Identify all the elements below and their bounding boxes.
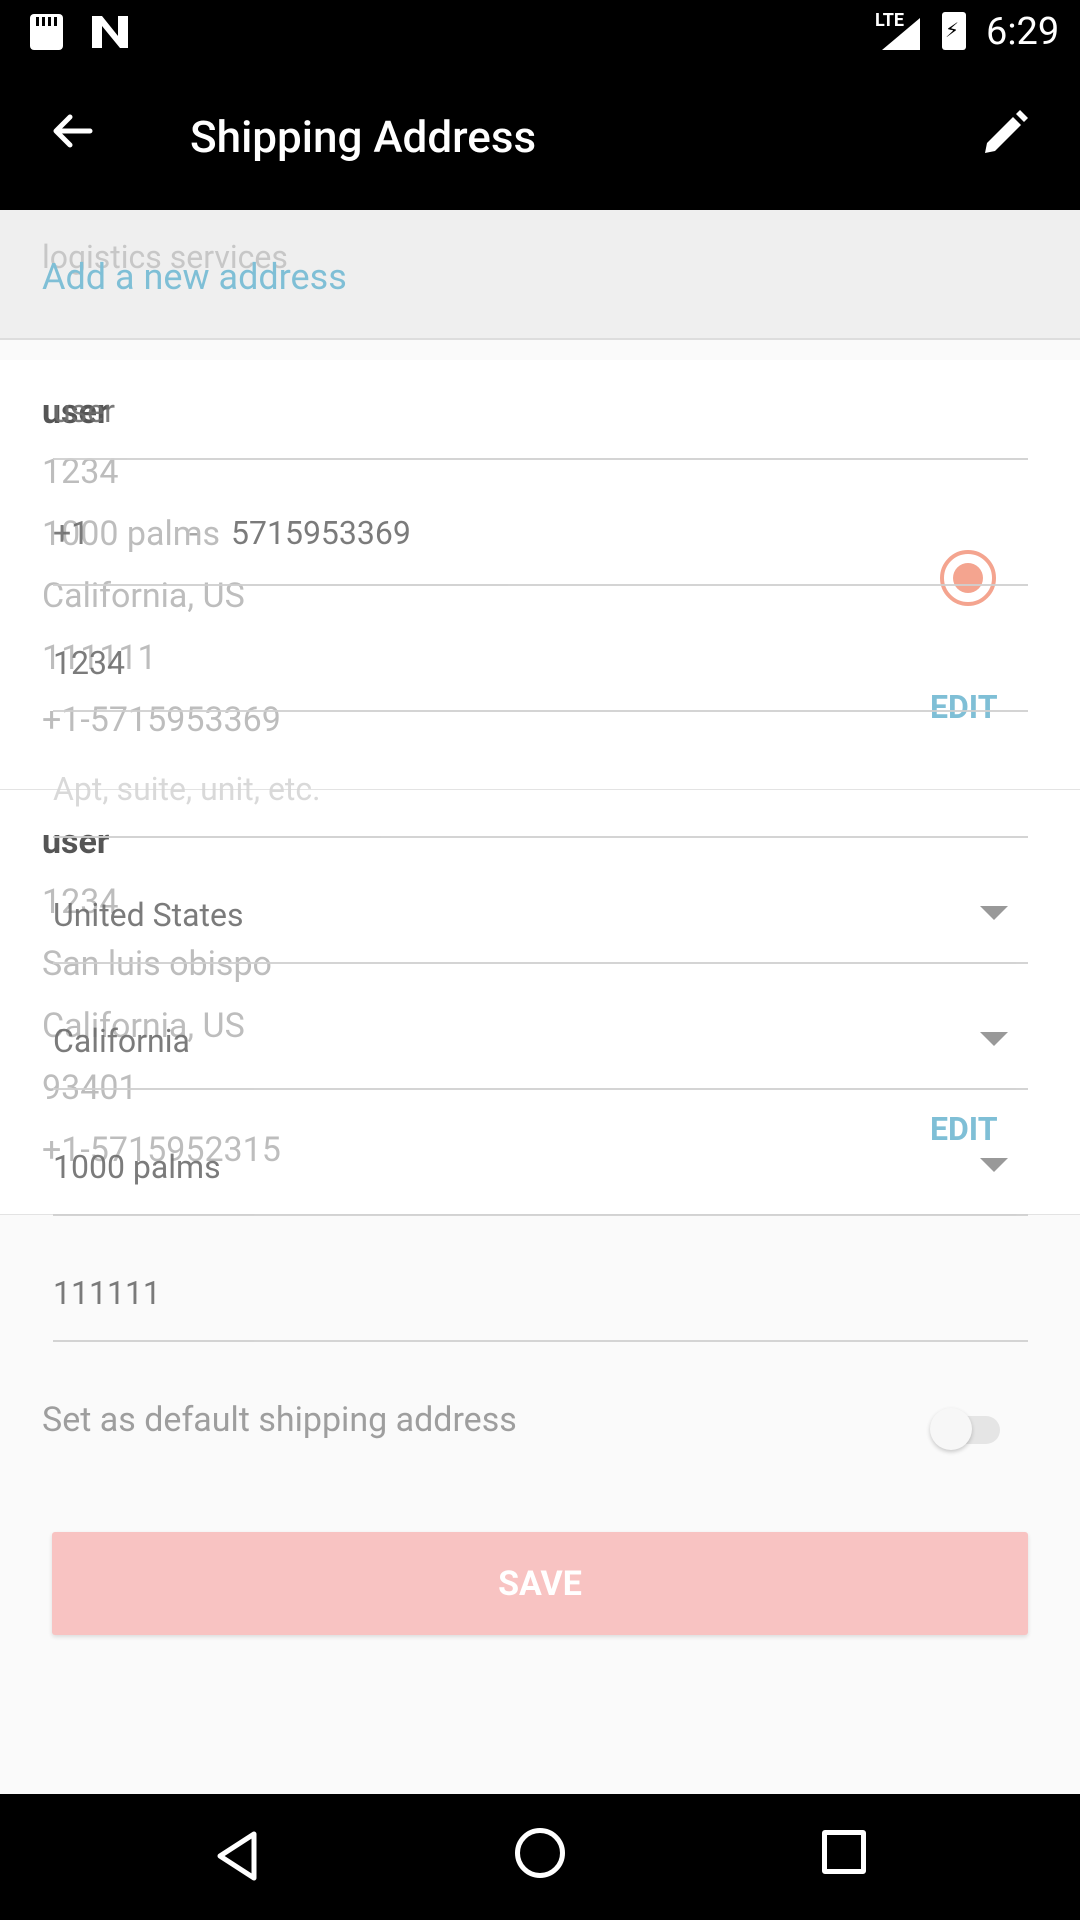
chevron-down-icon[interactable] xyxy=(980,906,1008,920)
chevron-down-icon[interactable] xyxy=(980,1158,1008,1172)
n-notification-icon xyxy=(92,16,128,48)
clock: 6:29 xyxy=(986,10,1060,54)
address-line1-field[interactable]: 1234 xyxy=(53,592,1028,712)
state-select[interactable]: California xyxy=(53,970,1028,1090)
sd-card-icon xyxy=(30,14,63,50)
triangle-back-icon[interactable] xyxy=(210,1828,266,1884)
address-line2-placeholder: Apt, suite, unit, etc. xyxy=(53,770,321,808)
battery-charging-icon xyxy=(942,12,966,50)
chevron-down-icon[interactable] xyxy=(980,1032,1008,1046)
add-new-address-link[interactable]: Add a new address xyxy=(42,256,347,298)
country-value: United States xyxy=(53,896,244,934)
name-field[interactable]: user xyxy=(53,340,1028,460)
default-address-row: Set as default shipping address xyxy=(0,1390,1080,1470)
country-select[interactable]: United States xyxy=(53,844,1028,964)
phone-dash: - xyxy=(189,514,198,552)
save-button[interactable]: SAVE xyxy=(52,1532,1028,1635)
country-code[interactable]: +1 xyxy=(53,514,89,552)
arrow-back-icon[interactable] xyxy=(40,103,100,163)
system-nav-bar xyxy=(0,1794,1080,1920)
zip-value: 111111 xyxy=(53,1274,161,1312)
status-bar: LTE 6:29 xyxy=(0,0,1080,63)
default-address-label: Set as default shipping address xyxy=(42,1400,517,1440)
zip-field[interactable]: 111111 xyxy=(53,1222,1028,1342)
phone-field[interactable]: +1 - 5715953369 xyxy=(53,466,1028,586)
state-value: California xyxy=(53,1022,190,1060)
address-line1-value: 1234 xyxy=(53,644,125,682)
city-select[interactable]: 1000 palms xyxy=(53,1096,1028,1216)
add-new-address-row[interactable]: logistics services Add a new address xyxy=(0,210,1080,340)
signal-icon xyxy=(882,18,920,50)
app-bar: Shipping Address xyxy=(0,63,1080,210)
circle-home-icon[interactable] xyxy=(515,1828,565,1878)
square-recent-icon[interactable] xyxy=(822,1830,866,1874)
save-button-label: SAVE xyxy=(498,1563,582,1604)
address-line2-field[interactable]: Apt, suite, unit, etc. xyxy=(53,718,1028,838)
name-value: user xyxy=(53,392,115,430)
default-address-toggle[interactable] xyxy=(930,1404,1006,1454)
toggle-thumb xyxy=(930,1408,972,1450)
city-value: 1000 palms xyxy=(53,1148,221,1186)
pencil-icon[interactable] xyxy=(975,105,1035,165)
page-title: Shipping Address xyxy=(190,111,537,163)
phone-number[interactable]: 5715953369 xyxy=(231,514,411,552)
